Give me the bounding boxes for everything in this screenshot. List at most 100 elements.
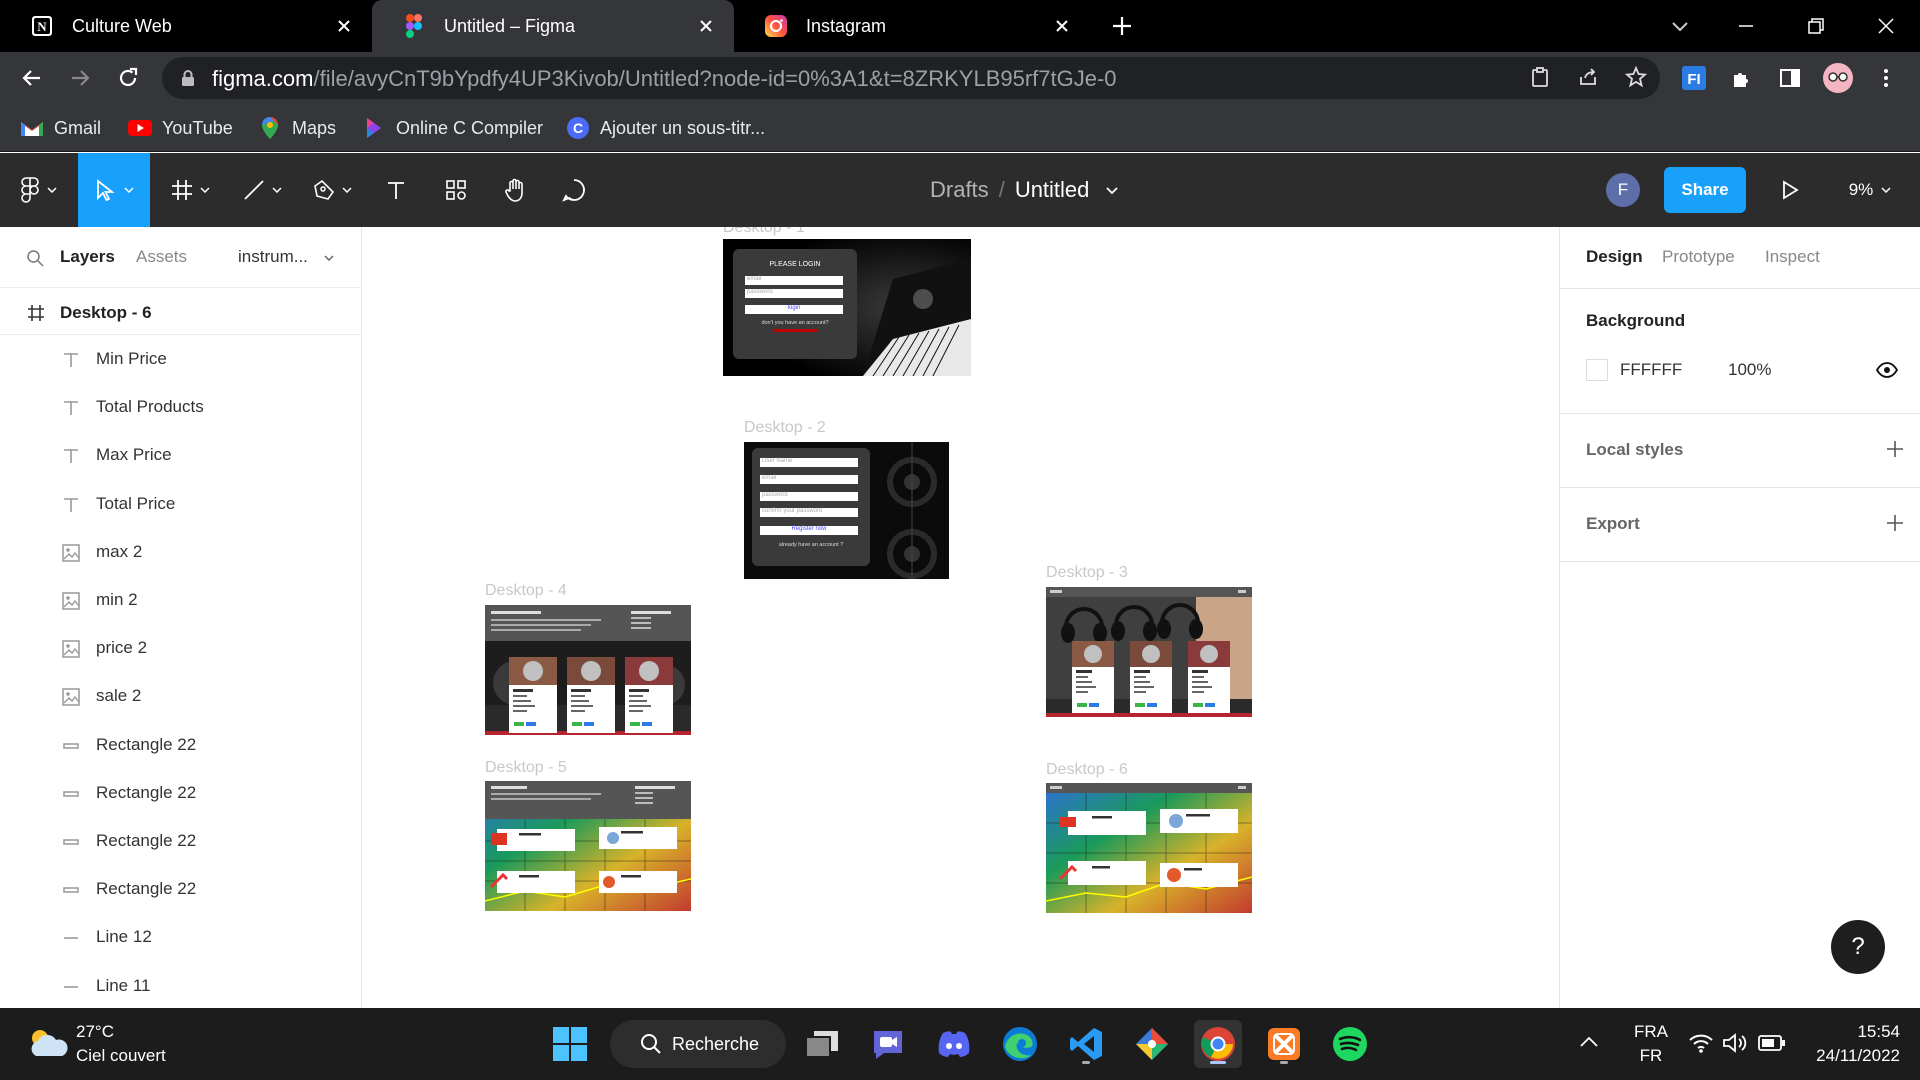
layer-row[interactable]: Total Products — [0, 383, 361, 431]
move-tool-button[interactable] — [78, 153, 150, 227]
discord-button[interactable] — [930, 1020, 978, 1068]
start-button[interactable] — [546, 1020, 594, 1068]
clock-date[interactable]: 24/11/2022 — [1800, 1046, 1900, 1066]
frame-desktop-1[interactable]: PLEASE LOGIN email password login don't … — [723, 239, 971, 376]
task-view-button[interactable] — [798, 1020, 846, 1068]
bookmark-maps[interactable]: Maps — [258, 114, 336, 142]
eye-icon[interactable] — [1876, 361, 1898, 379]
frame-tool-button[interactable] — [160, 153, 220, 227]
layer-row[interactable]: price 2 — [0, 624, 361, 672]
tab-instagram[interactable]: Instagram — [734, 0, 1090, 52]
main-menu-button[interactable] — [0, 153, 78, 227]
close-icon[interactable] — [694, 14, 718, 38]
xampp-button[interactable] — [1260, 1020, 1308, 1068]
tab-prototype[interactable]: Prototype — [1662, 247, 1735, 267]
layer-row[interactable]: Rectangle 22 — [0, 865, 361, 913]
chevron-down-icon[interactable] — [324, 255, 334, 261]
layer-row[interactable]: Rectangle 22 — [0, 769, 361, 817]
side-panel-icon[interactable] — [1774, 62, 1806, 94]
bookmark-youtube[interactable]: YouTube — [128, 114, 233, 142]
help-button[interactable]: ? — [1831, 920, 1885, 974]
minimize-icon[interactable] — [1734, 14, 1758, 38]
lock-icon[interactable] — [180, 69, 196, 87]
frame-label-desktop-1[interactable]: Desktop - 1 — [723, 227, 805, 237]
tab-culture-web[interactable]: N Culture Web — [0, 0, 372, 52]
frame-desktop-2[interactable]: User Name email password confirm your pa… — [744, 442, 949, 579]
pen-tool-button[interactable] — [302, 153, 362, 227]
layer-row[interactable]: Rectangle 22 — [0, 817, 361, 865]
close-icon[interactable] — [332, 14, 356, 38]
layer-row[interactable]: sale 2 — [0, 672, 361, 720]
bookmark-star-icon[interactable] — [1624, 65, 1648, 89]
plus-icon[interactable] — [1886, 440, 1904, 458]
layer-row[interactable]: Rectangle 22 — [0, 721, 361, 769]
new-tab-icon[interactable] — [1110, 14, 1134, 38]
background-color-swatch[interactable] — [1586, 359, 1608, 381]
design-canvas[interactable]: Desktop - 1 PLEASE LOGIN email password … — [362, 227, 1559, 1008]
layer-frame-root[interactable]: Desktop - 6 — [0, 289, 361, 337]
line-tool-button[interactable] — [232, 153, 292, 227]
frame-desktop-3[interactable] — [1046, 587, 1252, 717]
teams-chat-button[interactable] — [864, 1020, 912, 1068]
zoom-menu[interactable]: 9% — [1840, 153, 1900, 227]
gitkraken-button[interactable] — [1128, 1020, 1176, 1068]
restore-icon[interactable] — [1804, 14, 1828, 38]
breadcrumb-drafts[interactable]: Drafts — [930, 177, 989, 202]
background-opacity-input[interactable]: 100% — [1728, 360, 1771, 380]
layer-row[interactable]: min 2 — [0, 576, 361, 624]
extensions-puzzle-icon[interactable] — [1726, 62, 1758, 94]
page-selector[interactable]: instrum... — [238, 247, 308, 267]
address-bar[interactable]: figma.com/file/avyCnT9bYpdfy4UP3Kivob/Un… — [162, 57, 1660, 99]
share-page-icon[interactable] — [1576, 65, 1600, 89]
frame-label-desktop-4[interactable]: Desktop - 4 — [485, 582, 567, 600]
window-close-icon[interactable] — [1874, 14, 1898, 38]
wifi-icon[interactable] — [1688, 1032, 1714, 1054]
back-icon[interactable] — [16, 62, 48, 94]
chrome-button[interactable] — [1194, 1020, 1242, 1068]
taskbar-search[interactable]: Recherche — [610, 1020, 786, 1068]
tab-inspect[interactable]: Inspect — [1765, 247, 1820, 267]
profile-avatar[interactable] — [1822, 62, 1854, 94]
tab-layers[interactable]: Layers — [60, 247, 115, 267]
comment-tool-button[interactable] — [550, 153, 598, 227]
clock-time[interactable]: 15:54 — [1800, 1022, 1900, 1042]
present-button[interactable] — [1770, 153, 1810, 227]
user-avatar[interactable]: F — [1606, 173, 1640, 207]
layer-row[interactable]: Min Price — [0, 335, 361, 383]
frame-label-desktop-5[interactable]: Desktop - 5 — [485, 759, 567, 777]
forward-icon[interactable] — [64, 62, 96, 94]
background-hex-input[interactable]: FFFFFF — [1620, 360, 1682, 380]
frame-label-desktop-3[interactable]: Desktop - 3 — [1046, 564, 1128, 582]
cloudy-weather-icon[interactable] — [26, 1026, 68, 1060]
resources-button[interactable] — [432, 153, 480, 227]
frame-label-desktop-6[interactable]: Desktop - 6 — [1046, 761, 1128, 779]
reload-icon[interactable] — [112, 62, 144, 94]
frame-label-desktop-2[interactable]: Desktop - 2 — [744, 419, 826, 437]
text-tool-button[interactable] — [372, 153, 420, 227]
frame-desktop-4[interactable] — [485, 605, 691, 735]
language-code[interactable]: FRA — [1628, 1022, 1674, 1042]
layer-row[interactable]: Line 12 — [0, 913, 361, 961]
layer-row[interactable]: Total Price — [0, 480, 361, 528]
edge-button[interactable] — [996, 1020, 1044, 1068]
battery-icon[interactable] — [1758, 1034, 1786, 1052]
browser-menu-icon[interactable] — [1870, 62, 1902, 94]
frame-desktop-5[interactable] — [485, 781, 691, 911]
frame-desktop-6[interactable] — [1046, 783, 1252, 913]
layer-row[interactable]: Line 11 — [0, 962, 361, 1010]
close-icon[interactable] — [1050, 14, 1074, 38]
tab-figma[interactable]: Untitled – Figma — [372, 0, 734, 52]
volume-icon[interactable] — [1722, 1032, 1748, 1054]
chevron-up-icon[interactable] — [1580, 1036, 1598, 1048]
extension-fi-icon[interactable]: FI — [1678, 62, 1710, 94]
tab-assets[interactable]: Assets — [136, 247, 187, 267]
plus-icon[interactable] — [1886, 514, 1904, 532]
search-icon[interactable] — [26, 249, 44, 267]
layer-row[interactable]: Max Price — [0, 431, 361, 479]
bookmark-gmail[interactable]: Gmail — [20, 114, 101, 142]
hand-tool-button[interactable] — [492, 153, 540, 227]
chevron-down-icon[interactable] — [1105, 187, 1118, 195]
vscode-button[interactable] — [1062, 1020, 1110, 1068]
bookmark-online-c-compiler[interactable]: Online C Compiler — [362, 114, 543, 142]
layer-row[interactable]: max 2 — [0, 528, 361, 576]
